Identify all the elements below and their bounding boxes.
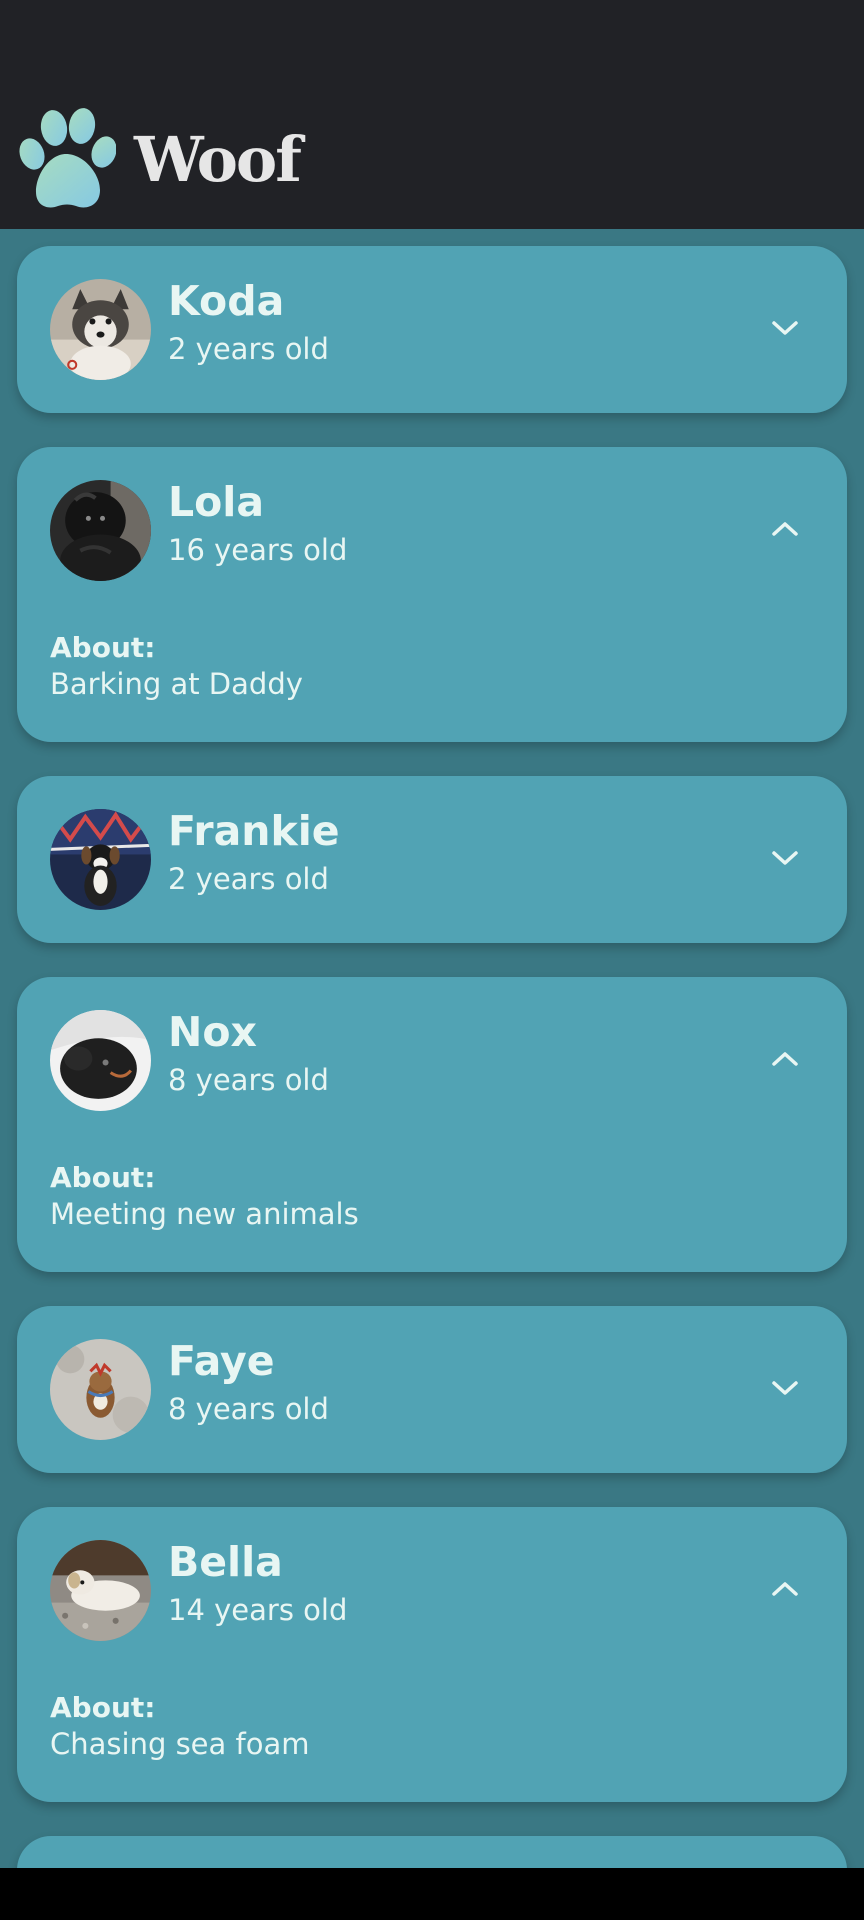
dog-age: 2 years old [168, 332, 329, 366]
dog-name: Koda [168, 277, 285, 325]
chevron-down-icon [772, 1381, 798, 1395]
chevron-up-icon [772, 1582, 798, 1596]
dog-card-partial[interactable] [17, 1836, 847, 1868]
collapse-button[interactable] [763, 507, 807, 551]
about-label: About: [50, 1161, 156, 1194]
chevron-down-icon [772, 851, 798, 865]
collapse-button[interactable] [763, 1567, 807, 1611]
app-title: Woof [134, 123, 302, 196]
dog-avatar [50, 809, 151, 910]
collapse-button[interactable] [763, 1037, 807, 1081]
chevron-up-icon [772, 522, 798, 536]
dog-age: 16 years old [168, 533, 348, 567]
dog-name: Nox [168, 1008, 257, 1056]
expand-button[interactable] [763, 306, 807, 350]
dog-avatar [50, 279, 151, 380]
dog-card-koda[interactable]: Koda 2 years old [17, 246, 847, 413]
dog-age: 8 years old [168, 1063, 329, 1097]
about-text: Barking at Daddy [50, 667, 303, 701]
dog-card-lola[interactable]: Lola 16 years old About: Barking at Dadd… [17, 447, 847, 742]
about-text: Meeting new animals [50, 1197, 359, 1231]
dog-avatar [50, 1010, 151, 1111]
top-app-bar: Woof [0, 0, 864, 229]
paw-icon [19, 108, 116, 208]
dog-name: Bella [168, 1538, 283, 1586]
dog-avatar [50, 1339, 151, 1440]
dog-name: Lola [168, 478, 265, 526]
dog-age: 8 years old [168, 1392, 329, 1426]
about-text: Chasing sea foam [50, 1727, 310, 1761]
app-screen: Woof Koda 2 years old Lola 16 years old … [0, 0, 864, 1868]
dog-card-bella[interactable]: Bella 14 years old About: Chasing sea fo… [17, 1507, 847, 1802]
expand-button[interactable] [763, 836, 807, 880]
dog-name: Frankie [168, 807, 340, 855]
dog-card-faye[interactable]: Faye 8 years old [17, 1306, 847, 1473]
dog-card-nox[interactable]: Nox 8 years old About: Meeting new anima… [17, 977, 847, 1272]
dog-name: Faye [168, 1337, 275, 1385]
dog-card-frankie[interactable]: Frankie 2 years old [17, 776, 847, 943]
expand-button[interactable] [763, 1366, 807, 1410]
about-label: About: [50, 631, 156, 664]
chevron-up-icon [772, 1052, 798, 1066]
dog-age: 2 years old [168, 862, 329, 896]
about-label: About: [50, 1691, 156, 1724]
app-brand: Woof [18, 108, 302, 212]
dog-age: 14 years old [168, 1593, 348, 1627]
chevron-down-icon [772, 321, 798, 335]
dog-avatar [50, 480, 151, 581]
dog-avatar [50, 1540, 151, 1641]
